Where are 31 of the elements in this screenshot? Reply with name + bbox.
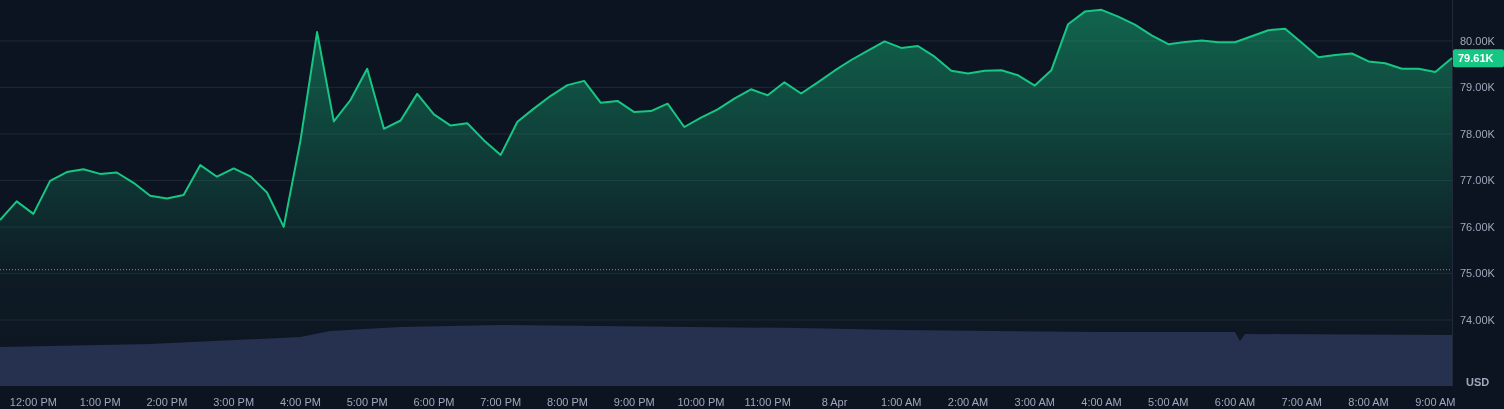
axis-label: 6:00 AM	[1214, 396, 1256, 408]
axis-label: 76.00K	[1460, 220, 1495, 233]
axis-label: 1:00 PM	[79, 396, 121, 408]
axis-label: 9:00 AM	[1415, 396, 1456, 408]
axis-label: 79.00K	[1460, 81, 1495, 94]
axis-label: 7:00 AM	[1281, 396, 1322, 408]
currency-label: USD	[1466, 376, 1490, 388]
axis-label: 8 Apr	[821, 396, 848, 408]
axis-label: 1:00 AM	[881, 396, 922, 408]
axis-label: 6:00 PM	[413, 396, 455, 408]
axis-label: 2:00 AM	[947, 396, 989, 408]
price-badge: 79.61K	[1453, 49, 1504, 68]
axis-label: 10:00 PM	[677, 396, 725, 408]
axis-label: 5:00 PM	[346, 396, 388, 408]
axis-label: 11:00 PM	[744, 396, 791, 408]
axis-label: 4:00 AM	[1081, 396, 1122, 408]
axis-label: 8:00 PM	[546, 396, 588, 408]
axis-label: 4:00 PM	[279, 396, 321, 408]
axis-label: 7:00 PM	[480, 396, 522, 408]
axis-label: 8:00 AM	[1348, 396, 1389, 408]
axis-label: 12:00 PM	[9, 396, 57, 408]
axis-label: 77.00K	[1460, 174, 1495, 187]
axis-label: 5:00 AM	[1148, 396, 1189, 408]
axis-label: 9:00 PM	[613, 396, 655, 408]
axis-label: 3:00 AM	[1014, 396, 1055, 408]
axis-label: 78.00K	[1460, 127, 1495, 140]
axis-label: 3:00 PM	[213, 396, 255, 408]
axis-label: 80.00K	[1460, 34, 1495, 47]
axis-label: 2:00 PM	[146, 396, 188, 408]
axis-label: 75.00K	[1460, 267, 1495, 280]
axis-label: 74.00K	[1460, 313, 1495, 326]
